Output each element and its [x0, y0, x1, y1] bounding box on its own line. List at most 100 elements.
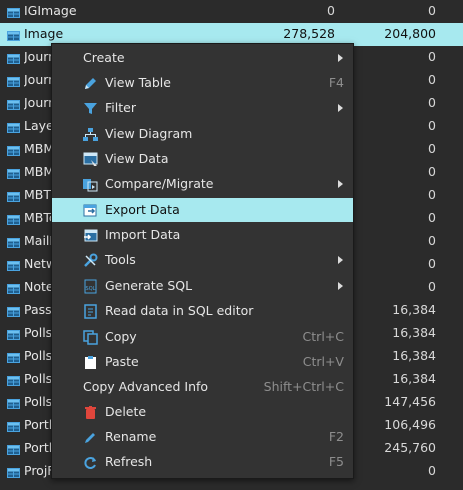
menu-item-label: View Data: [105, 151, 169, 166]
table-icon: [7, 374, 20, 386]
menu-item-label: Tools: [105, 252, 136, 267]
menu-item-copy[interactable]: Copy Ctrl+C: [52, 325, 353, 349]
menu-item-label: View Table: [105, 75, 171, 90]
table-icon: [7, 52, 20, 64]
sql-icon: SQL: [83, 279, 98, 294]
row-value-2: 106,496: [384, 417, 436, 432]
menu-item-label: Refresh: [105, 454, 153, 469]
shortcut-label: Ctrl+V: [302, 354, 344, 369]
menu-item-label: Copy: [105, 329, 137, 344]
row-value-2: 0: [428, 463, 436, 478]
sql-editor-icon: [83, 304, 98, 319]
row-value-2: 0: [428, 256, 436, 271]
row-value-2: 204,800: [384, 26, 436, 41]
menu-item-tools[interactable]: Tools: [52, 248, 353, 272]
row-value-2: 0: [428, 118, 436, 133]
table-icon: [7, 98, 20, 110]
table-icon: [7, 466, 20, 478]
menu-item-label: Paste: [105, 354, 139, 369]
menu-item-label: Delete: [105, 404, 147, 419]
table-name: IGImage: [24, 3, 77, 18]
shortcut-label: F4: [328, 75, 344, 90]
paste-icon: [83, 355, 98, 370]
menu-item-view-table[interactable]: View Table F4: [52, 71, 353, 95]
pencil-icon: [83, 76, 98, 91]
submenu-arrow-icon: [338, 54, 343, 62]
row-value-2: 0: [428, 164, 436, 179]
table-icon: [7, 29, 20, 41]
table-icon: [7, 144, 20, 156]
menu-item-label: Filter: [105, 100, 136, 115]
svg-text:SQL: SQL: [86, 286, 96, 292]
submenu-arrow-icon: [338, 282, 343, 290]
row-value-2: 16,384: [392, 302, 436, 317]
menu-item-import-data[interactable]: Import Data: [52, 223, 353, 247]
shortcut-label: F5: [328, 454, 344, 469]
table-icon: [7, 75, 20, 87]
row-value-2: 0: [428, 72, 436, 87]
menu-item-paste[interactable]: Paste Ctrl+V: [52, 350, 353, 374]
row-value-2: 16,384: [392, 348, 436, 363]
shortcut-label: F2: [328, 429, 344, 444]
table-name: Image: [24, 26, 64, 41]
row-value-2: 0: [428, 210, 436, 225]
diagram-icon: [83, 127, 98, 142]
menu-item-copy-advanced-info[interactable]: Copy Advanced Info Shift+Ctrl+C: [52, 375, 353, 399]
menu-item-filter[interactable]: Filter: [52, 96, 353, 120]
shortcut-label: Ctrl+C: [302, 329, 344, 344]
row-value-2: 16,384: [392, 371, 436, 386]
row-value-2: 245,760: [384, 440, 436, 455]
table-icon: [7, 420, 20, 432]
menu-item-export-data[interactable]: Export Data: [52, 198, 353, 222]
row-value-2: 147,456: [384, 394, 436, 409]
filter-icon: [83, 101, 98, 116]
row-value-2: 16,384: [392, 325, 436, 340]
menu-item-compare-migrate[interactable]: Compare/Migrate: [52, 172, 353, 196]
menu-item-view-diagram[interactable]: View Diagram: [52, 122, 353, 146]
table-row[interactable]: IGImage 0 0: [0, 0, 463, 23]
menu-item-label: Export Data: [105, 202, 180, 217]
row-value-2: 0: [428, 3, 436, 18]
row-value-2: 0: [428, 233, 436, 248]
row-value-2: 0: [428, 95, 436, 110]
context-menu: Create View Table F4 Filter View Diagram View…: [51, 43, 354, 479]
submenu-arrow-icon: [338, 104, 343, 112]
table-icon: [7, 167, 20, 179]
table-icon: [7, 259, 20, 271]
table-icon: [7, 328, 20, 340]
menu-item-label: Read data in SQL editor: [105, 303, 254, 318]
menu-item-rename[interactable]: Rename F2: [52, 425, 353, 449]
row-value-2: 0: [428, 279, 436, 294]
table-icon: [7, 305, 20, 317]
copy-icon: [83, 330, 98, 345]
import-icon: [83, 228, 98, 243]
row-value-2: 0: [428, 141, 436, 156]
table-icon: [7, 6, 20, 18]
table-icon: [7, 236, 20, 248]
delete-icon: [83, 405, 98, 420]
tools-icon: [83, 253, 98, 268]
menu-item-refresh[interactable]: Refresh F5: [52, 450, 353, 474]
submenu-arrow-icon: [338, 180, 343, 188]
refresh-icon: [83, 455, 98, 470]
row-value-2: 0: [428, 187, 436, 202]
row-value-1: 278,528: [283, 26, 335, 41]
row-value-1: 0: [327, 3, 335, 18]
menu-item-delete[interactable]: Delete: [52, 400, 353, 424]
menu-item-view-data[interactable]: View Data: [52, 147, 353, 171]
export-icon: [83, 203, 98, 218]
menu-item-read-data-in-sql-editor[interactable]: Read data in SQL editor: [52, 299, 353, 323]
table-icon: [7, 190, 20, 202]
table-icon: [7, 121, 20, 133]
table-icon: [7, 282, 20, 294]
table-icon: [7, 213, 20, 225]
menu-item-label: Generate SQL: [105, 278, 193, 293]
menu-item-label: View Diagram: [105, 126, 193, 141]
rename-icon: [83, 430, 98, 445]
menu-item-label: Compare/Migrate: [105, 176, 214, 191]
menu-item-label: Copy Advanced Info: [83, 379, 209, 394]
menu-item-generate-sql[interactable]: SQL Generate SQL: [52, 274, 353, 298]
submenu-arrow-icon: [338, 256, 343, 264]
menu-item-label: Rename: [105, 429, 157, 444]
menu-item-create[interactable]: Create: [52, 46, 353, 70]
